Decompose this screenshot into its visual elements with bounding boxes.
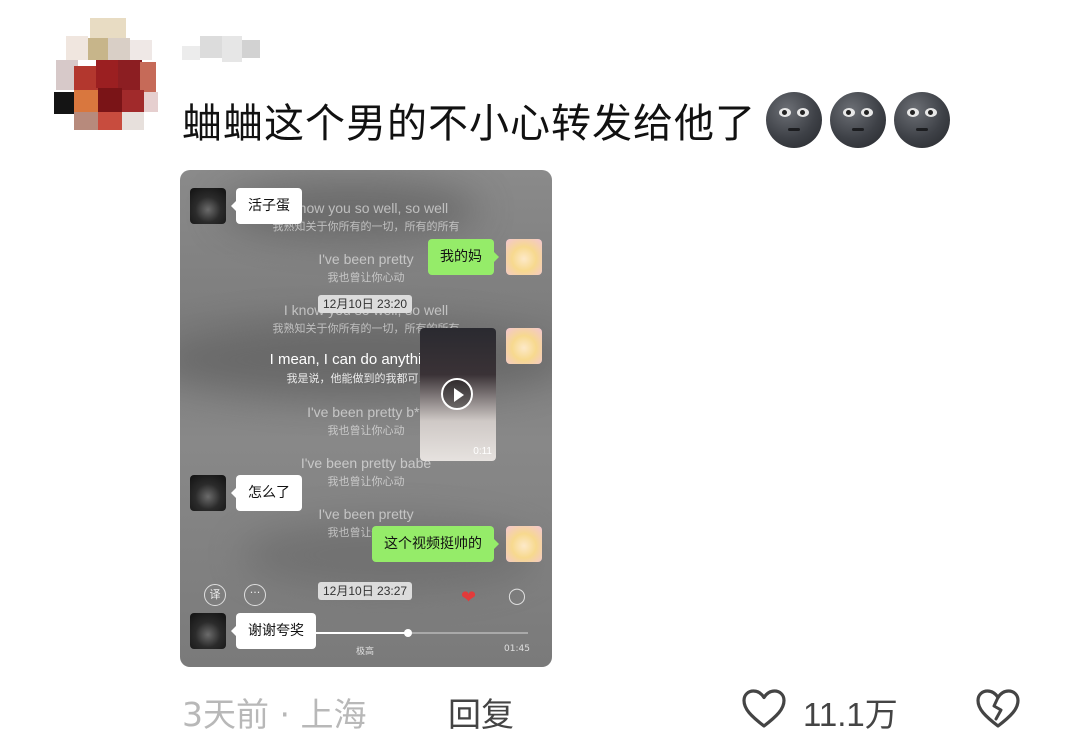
message-bubble: 活子蛋	[231, 188, 302, 224]
commenter-avatar[interactable]	[52, 18, 160, 130]
message-bubble-self: 我的妈	[428, 239, 499, 275]
self-avatar	[506, 526, 542, 562]
video-message[interactable]: 0:11	[420, 328, 496, 461]
total-time: 01:45	[504, 644, 530, 654]
message-bubble: 谢谢夸奖	[231, 613, 316, 649]
liked-heart-icon[interactable]: ❤	[461, 587, 476, 608]
new-moon-face-emoji	[894, 92, 950, 148]
translate-icon[interactable]: 译	[204, 584, 226, 606]
self-avatar	[506, 328, 542, 364]
chat-timestamp: 12月10日 23:20	[318, 295, 413, 313]
comment-text: 蛐蛐这个男的不小心转发给他了	[182, 90, 950, 150]
comment-icon[interactable]: ◯	[508, 586, 526, 605]
heart-outline-icon[interactable]	[741, 688, 787, 730]
more-icon[interactable]: ···	[244, 584, 266, 606]
like-count: 11.1万	[803, 696, 898, 733]
reply-button[interactable]: 回复	[448, 688, 514, 736]
contact-avatar	[190, 613, 226, 649]
message-bubble: 怎么了	[231, 475, 302, 511]
video-duration: 0:11	[473, 446, 492, 457]
comment-body: 蛐蛐这个男的不小心转发给他了	[182, 101, 756, 147]
play-icon[interactable]	[441, 378, 473, 410]
comment-meta: 3天前 · 上海	[182, 695, 367, 734]
message-bubble-self: 这个视频挺帅的	[372, 526, 499, 562]
lyric-line: I've been pretty 我也曾让你心动	[318, 506, 414, 539]
self-avatar	[506, 239, 542, 275]
chat-timestamp: 12月10日 23:27	[318, 582, 413, 600]
contact-avatar	[190, 188, 226, 224]
broken-heart-icon[interactable]	[975, 688, 1021, 730]
username-blurred[interactable]	[182, 32, 260, 66]
lyric-line: I've been pretty b** 我也曾让你心动	[307, 404, 425, 437]
new-moon-face-emoji	[830, 92, 886, 148]
contact-avatar	[190, 475, 226, 511]
quality-label[interactable]: 极高	[356, 644, 374, 657]
attached-screenshot[interactable]: I know you so well, so well 我熟知关于你所有的一切，所…	[180, 170, 552, 667]
playback-progress[interactable]	[310, 629, 528, 637]
new-moon-face-emoji	[766, 92, 822, 148]
